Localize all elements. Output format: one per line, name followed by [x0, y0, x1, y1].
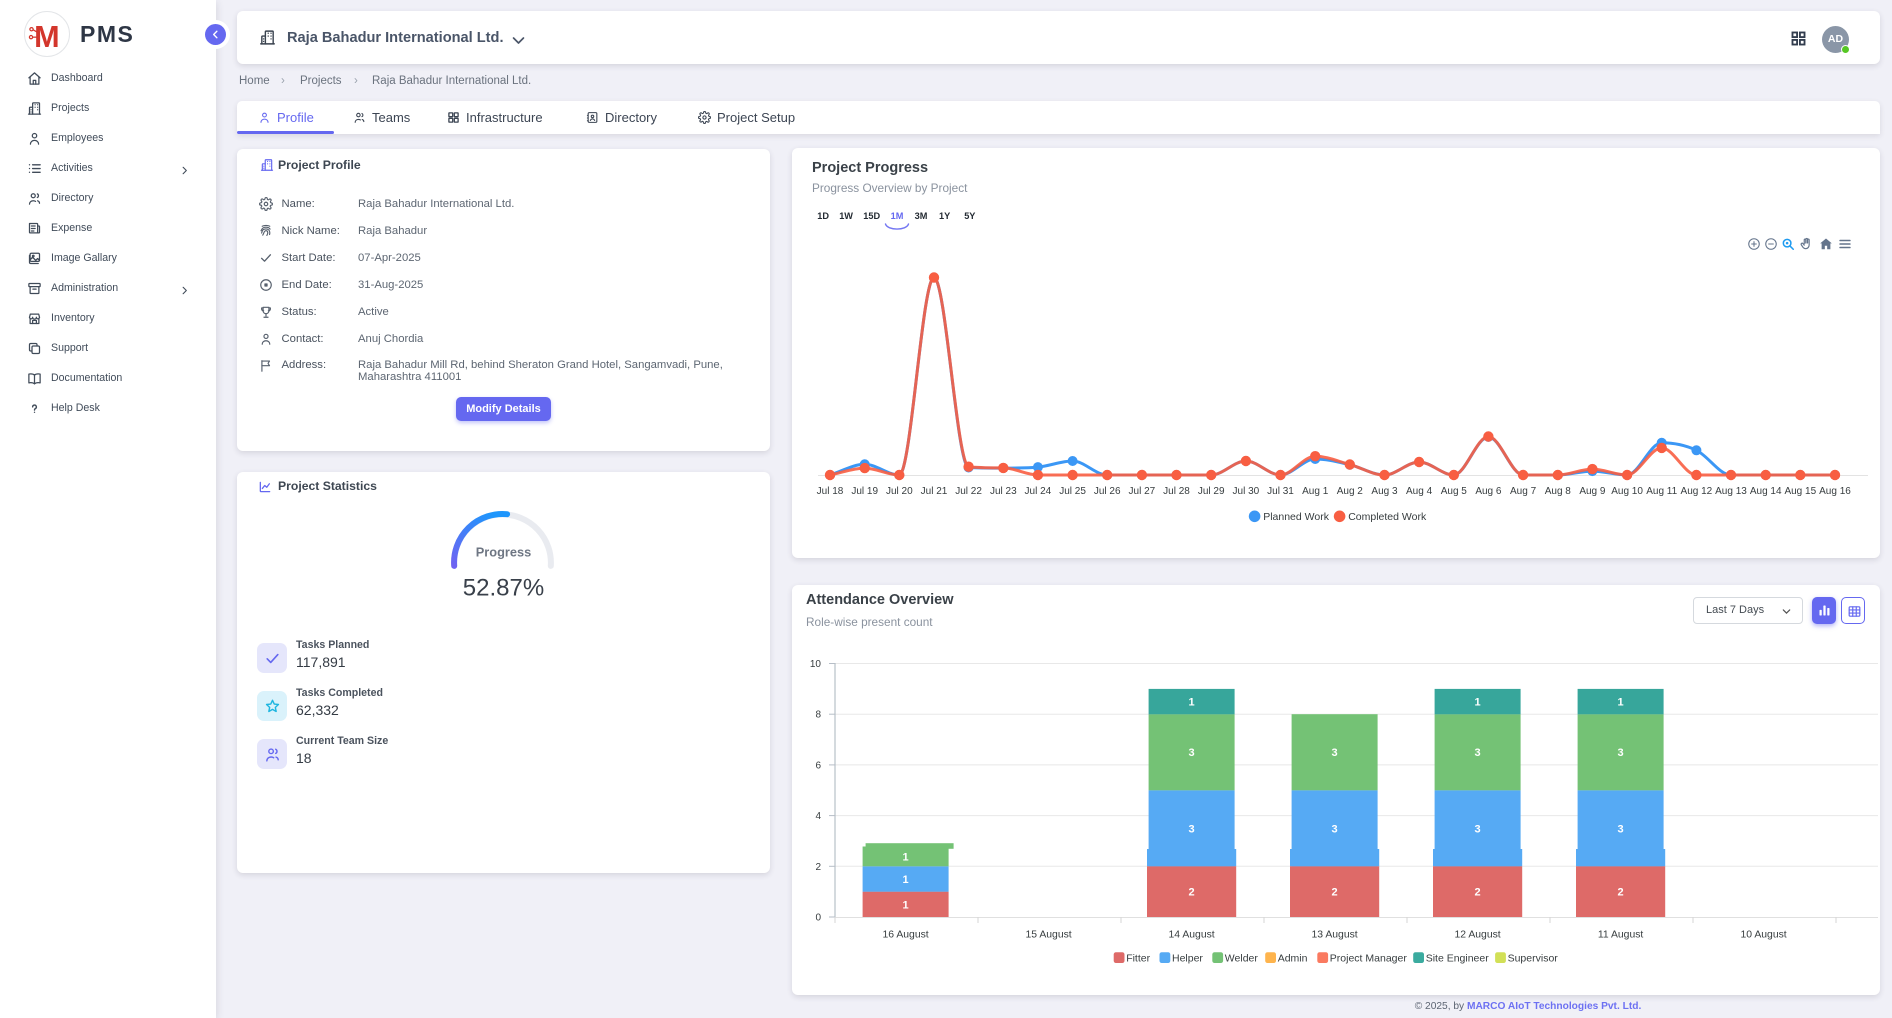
- svg-text:3: 3: [1189, 823, 1195, 835]
- svg-text:Planned Work: Planned Work: [1263, 511, 1330, 523]
- svg-text:3: 3: [1189, 747, 1195, 759]
- svg-text:52.87%: 52.87%: [463, 574, 544, 601]
- svg-text:Aug 11: Aug 11: [1646, 486, 1677, 497]
- svg-text:Jul 25: Jul 25: [1059, 486, 1086, 497]
- svg-text:13 August: 13 August: [1311, 930, 1357, 941]
- svg-text:Aug 3: Aug 3: [1371, 486, 1398, 497]
- svg-text:2: 2: [815, 862, 821, 873]
- svg-text:2: 2: [1189, 887, 1195, 899]
- svg-text:Jul 31: Jul 31: [1267, 486, 1294, 497]
- svg-text:Jul 30: Jul 30: [1233, 486, 1260, 497]
- svg-text:Jul 23: Jul 23: [990, 486, 1017, 497]
- svg-text:Site Engineer: Site Engineer: [1426, 952, 1490, 964]
- svg-text:11 August: 11 August: [1598, 930, 1644, 941]
- svg-text:Aug 6: Aug 6: [1475, 486, 1502, 497]
- svg-text:Progress: Progress: [476, 545, 531, 560]
- svg-text:8: 8: [815, 710, 821, 721]
- svg-text:Jul 24: Jul 24: [1025, 486, 1052, 497]
- svg-text:6: 6: [815, 760, 821, 771]
- svg-text:3: 3: [1618, 747, 1624, 759]
- svg-text:Jul 19: Jul 19: [851, 486, 878, 497]
- svg-text:Aug 4: Aug 4: [1406, 486, 1433, 497]
- svg-text:Aug 9: Aug 9: [1579, 486, 1606, 497]
- svg-text:Aug 13: Aug 13: [1715, 486, 1747, 497]
- svg-text:Jul 27: Jul 27: [1129, 486, 1156, 497]
- svg-text:Helper: Helper: [1172, 952, 1203, 964]
- svg-text:0: 0: [815, 913, 821, 924]
- svg-text:Aug 2: Aug 2: [1337, 486, 1364, 497]
- svg-text:14 August: 14 August: [1168, 930, 1214, 941]
- svg-text:Project Manager: Project Manager: [1330, 952, 1408, 964]
- svg-text:1: 1: [903, 899, 909, 911]
- svg-text:Jul 22: Jul 22: [955, 486, 982, 497]
- svg-text:Admin: Admin: [1278, 952, 1308, 964]
- svg-text:15 August: 15 August: [1025, 930, 1071, 941]
- svg-text:3: 3: [1332, 823, 1338, 835]
- svg-text:3: 3: [1475, 747, 1481, 759]
- svg-text:Aug 15: Aug 15: [1784, 486, 1816, 497]
- svg-text:Aug 10: Aug 10: [1611, 486, 1643, 497]
- svg-text:Jul 26: Jul 26: [1094, 486, 1121, 497]
- svg-text:10 August: 10 August: [1740, 930, 1786, 941]
- svg-text:Aug 14: Aug 14: [1750, 486, 1782, 497]
- svg-text:Aug 12: Aug 12: [1681, 486, 1713, 497]
- svg-text:10: 10: [810, 659, 822, 670]
- svg-text:Welder: Welder: [1225, 952, 1259, 964]
- svg-text:4: 4: [815, 811, 821, 822]
- svg-text:2: 2: [1618, 887, 1624, 899]
- svg-text:2: 2: [1475, 887, 1481, 899]
- svg-text:Aug 5: Aug 5: [1441, 486, 1468, 497]
- svg-text:Jul 28: Jul 28: [1163, 486, 1190, 497]
- svg-text:1: 1: [903, 851, 909, 863]
- svg-text:Aug 16: Aug 16: [1819, 486, 1851, 497]
- svg-text:3: 3: [1475, 823, 1481, 835]
- svg-text:1: 1: [1475, 697, 1481, 709]
- svg-text:Supervisor: Supervisor: [1508, 952, 1559, 964]
- svg-text:Jul 20: Jul 20: [886, 486, 913, 497]
- svg-text:Aug 1: Aug 1: [1302, 486, 1329, 497]
- svg-text:Jul 18: Jul 18: [817, 486, 844, 497]
- svg-text:Fitter: Fitter: [1126, 952, 1150, 964]
- svg-text:2: 2: [1332, 887, 1338, 899]
- svg-text:Aug 8: Aug 8: [1545, 486, 1572, 497]
- svg-text:Completed Work: Completed Work: [1348, 511, 1427, 523]
- svg-text:3: 3: [1618, 823, 1624, 835]
- svg-text:1: 1: [1189, 697, 1195, 709]
- svg-text:3: 3: [1332, 747, 1338, 759]
- svg-text:16 August: 16 August: [882, 930, 928, 941]
- svg-text:1: 1: [903, 874, 909, 886]
- svg-text:1: 1: [1618, 697, 1624, 709]
- svg-text:Aug 7: Aug 7: [1510, 486, 1537, 497]
- svg-text:Jul 21: Jul 21: [921, 486, 948, 497]
- svg-text:12 August: 12 August: [1454, 930, 1500, 941]
- svg-text:Jul 29: Jul 29: [1198, 486, 1225, 497]
